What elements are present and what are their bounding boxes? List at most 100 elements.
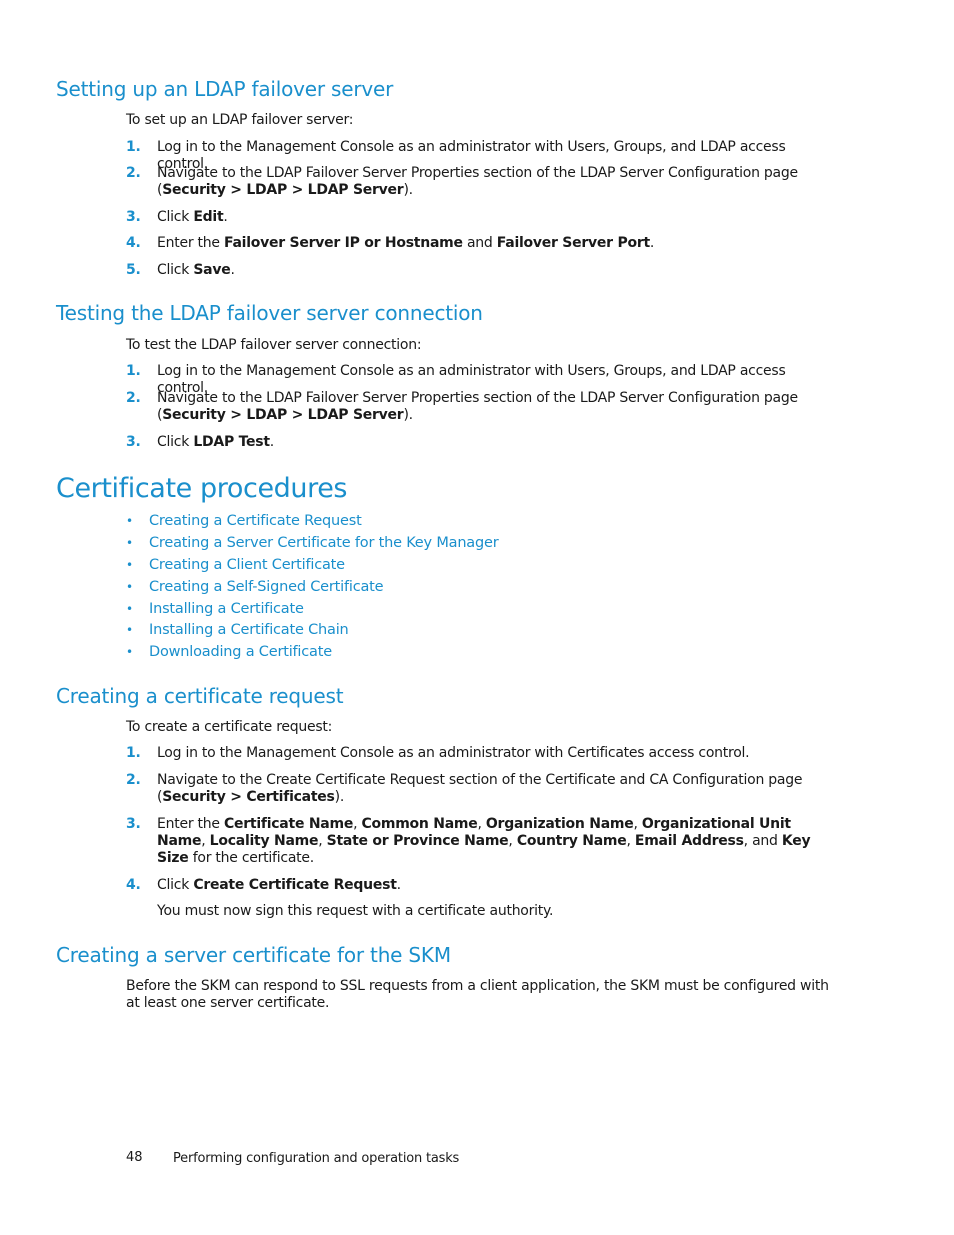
footer-chapter-title: Performing configuration and operation t… [173,1151,460,1166]
step-item: 4. Enter the Failover Server IP or Hostna… [126,235,836,252]
step-text-run: , [508,833,517,849]
bullet-icon: • [126,514,133,528]
step-text-run: , [626,833,635,849]
bullet-icon: • [126,579,133,594]
step-text-run: . [269,434,274,450]
ui-term: Email Address [634,833,744,849]
ui-term: Country Name [516,833,627,849]
step-text-run: for the certificate. [188,850,314,866]
step-number: 4. [126,235,141,251]
bullet-icon: • [126,535,133,550]
step-text-run: ). [334,789,345,805]
step-text: Click Save. [157,262,836,279]
link-installing-certificate[interactable]: Installing a Certificate [149,601,304,617]
step-number: 2. [126,165,141,181]
chapter-heading-certificate-procedures: Certificate procedures [56,473,348,504]
step-text-run: . [223,209,228,225]
list-item: • Creating a Server Certificate for the K… [126,534,499,556]
list-item: • Installing a Certificate Chain [126,621,498,643]
step-item: 3. Click Edit. [126,209,836,226]
step-text: Enter the Failover Server IP or Hostname… [157,235,836,252]
list-item: • Creating a Self-Signed Certificate [126,578,498,600]
step-item: 4. Click Create Certificate Request. [126,877,836,894]
ui-term: Common Name [361,816,478,832]
step-number: 3. [126,209,141,225]
step-text: Navigate to the LDAP Failover Server Pro… [157,390,836,424]
step-text: Navigate to the LDAP Failover Server Pro… [157,165,836,199]
step-number: 4. [126,877,141,893]
step-text: Enter the Certificate Name, Common Name,… [157,816,836,867]
step-text-run: , [201,833,210,849]
ui-term: Failover Server IP or Hostname [223,235,463,251]
link-installing-certificate-chain[interactable]: Installing a Certificate Chain [149,622,349,638]
step-number: 1. [126,363,141,379]
step-text-run: , [633,816,642,832]
step-item: 3. Enter the Certificate Name, Common Nam… [126,816,836,867]
ui-term: Locality Name [209,833,319,849]
intro-text: To create a certificate request: [126,719,333,735]
ui-term: Create Certificate Request [193,877,397,893]
ui-term: Organization Name [485,816,634,832]
ui-term: Save [193,262,231,278]
link-creating-server-certificate[interactable]: Creating a Server Certificate for the Ke… [149,535,499,551]
step-text-run: and [462,235,497,251]
step-text-run: . [230,262,235,278]
intro-text: To set up an LDAP failover server: [126,112,354,128]
step-item: 1. Log in to the Management Console as an… [126,745,836,762]
step-item: 2. Navigate to the LDAP Failover Server P… [126,390,836,424]
step-text-run: ). [403,182,413,198]
list-item: • Creating a Client Certificate [126,556,498,578]
step-text-run: Click [157,209,194,225]
step-text: Click Create Certificate Request. [157,877,836,894]
step-number: 1. [126,745,141,761]
step-item: 3. Click LDAP Test. [126,434,836,451]
step-text-run: Enter the [157,816,224,832]
ui-term: Certificate Name [223,816,354,832]
step-number: 3. [126,434,141,450]
step-text-run: . [649,235,655,251]
page-number: 48 [126,1150,143,1165]
link-creating-client-certificate[interactable]: Creating a Client Certificate [149,557,345,573]
link-downloading-certificate[interactable]: Downloading a Certificate [149,644,332,660]
step-text-run: Log in to the Management Console as an a… [157,745,750,761]
step-number: 1. [126,139,141,155]
section-heading-server-cert: Creating a server certificate for the SK… [56,943,451,967]
ui-term: Security > Certificates [162,789,335,805]
section-heading-cert-request: Creating a certificate request [56,684,344,708]
bullet-icon: • [126,601,133,616]
certificate-links-list: • Creating a Certificate Request • Creatin… [126,512,499,665]
step-item: 5. Click Save. [126,262,836,279]
list-item: • Downloading a Certificate [126,643,498,665]
step-text-run: , [318,833,327,849]
ui-term: Security > LDAP > LDAP Server [162,182,404,198]
step-text-run: . [396,877,401,893]
link-creating-self-signed-certificate[interactable]: Creating a Self-Signed Certificate [149,579,384,595]
step-text-run: , and [743,833,782,849]
step-text: Click Edit. [157,209,836,226]
ui-term: Edit [193,209,224,225]
step-number: 2. [126,772,141,788]
step-text-run: Click [157,262,194,278]
step-text-run: Enter the [157,235,224,251]
step-text: Navigate to the Create Certificate Reque… [157,772,836,806]
step-note: You must now sign this request with a ce… [157,903,554,919]
body-text: Before the SKM can respond to SSL reques… [126,978,829,1011]
bullet-icon: • [126,645,133,660]
step-number: 3. [126,816,141,832]
step-number: 5. [126,262,141,278]
section-heading-ldap-failover: Setting up an LDAP failover server [56,77,394,101]
list-item: • Creating a Certificate Request [126,512,498,534]
ui-term: Failover Server Port [496,235,650,251]
step-text-run: Click [157,434,194,450]
step-item: 2. Navigate to the Create Certificate Req… [126,772,836,806]
ui-term: LDAP Test [193,434,270,450]
link-creating-certificate-request[interactable]: Creating a Certificate Request [149,513,362,529]
step-text: Click LDAP Test. [157,434,836,451]
intro-text: To test the LDAP failover server connect… [126,337,422,353]
step-item: 2. Navigate to the LDAP Failover Server P… [126,165,836,199]
section-heading-ldap-test: Testing the LDAP failover server connect… [56,301,483,325]
step-text: Log in to the Management Console as an a… [157,745,836,762]
ui-term: Security > LDAP > LDAP Server [162,407,404,423]
step-text-run: Click [157,877,194,893]
ui-term: State or Province Name [326,833,509,849]
